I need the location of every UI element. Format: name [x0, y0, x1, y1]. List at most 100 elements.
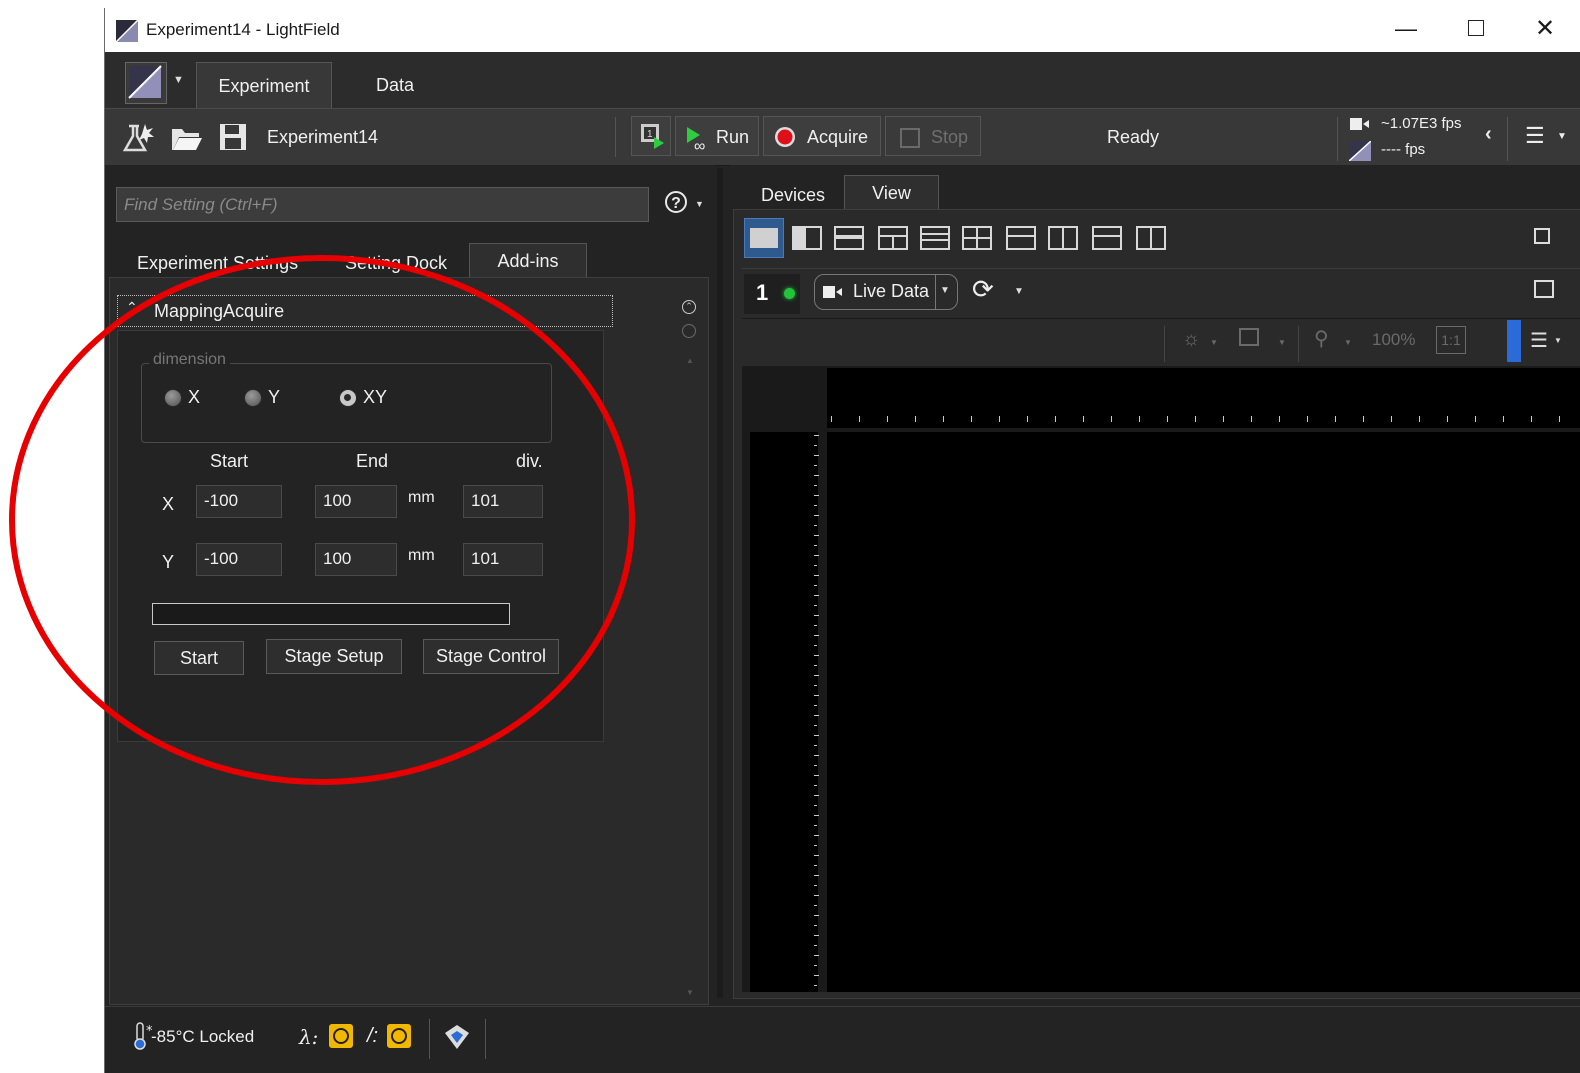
- ruler-tick: [1559, 416, 1560, 422]
- run-button[interactable]: ∞ Run: [675, 116, 759, 156]
- layout-bottom-three-icon[interactable]: [1006, 226, 1036, 250]
- ruler-tick: [814, 725, 817, 726]
- brightness-icon[interactable]: ☼: [1182, 328, 1200, 351]
- maximize-icon[interactable]: [1468, 20, 1484, 36]
- layout-top-two-icon[interactable]: [878, 226, 908, 250]
- y-unit: mm: [408, 547, 435, 564]
- x-end-input[interactable]: 100: [315, 485, 397, 518]
- live-data-dropdown[interactable]: Live Data ▼: [814, 274, 958, 310]
- spectrometer-icon[interactable]: [443, 1023, 471, 1051]
- layout-right-stack-icon[interactable]: [1136, 226, 1166, 250]
- x-unit: mm: [408, 489, 435, 506]
- minimize-icon[interactable]: —: [1395, 16, 1417, 42]
- open-folder-icon[interactable]: [171, 125, 203, 151]
- image-canvas[interactable]: [827, 432, 1580, 992]
- ruler-tick: [814, 495, 819, 496]
- chevron-left-icon[interactable]: ‹: [1485, 123, 1492, 146]
- radio-xy[interactable]: [339, 389, 357, 407]
- tab-add-ins[interactable]: Add-ins: [469, 243, 587, 278]
- close-icon[interactable]: ✕: [1535, 14, 1555, 43]
- mapping-acquire-form: dimension X Y XY Start End div. X -100 1…: [117, 330, 604, 742]
- zoom-level[interactable]: 100%: [1372, 330, 1415, 350]
- warning-icon[interactable]: [329, 1024, 353, 1048]
- layout-single-icon: [750, 228, 778, 248]
- ruler-tick: [814, 605, 817, 606]
- run-label: Run: [716, 127, 750, 147]
- ruler-tick: [814, 945, 817, 946]
- ruler-tick: [814, 465, 817, 466]
- zoom-icon[interactable]: ⚲: [1314, 326, 1329, 351]
- layout-single-button[interactable]: [744, 218, 784, 258]
- vertical-profile: [750, 432, 818, 992]
- ribbon-tabs: ▼ Experiment Data: [105, 52, 1580, 109]
- ruler-tick: [1195, 416, 1196, 422]
- help-icon[interactable]: ?: [665, 191, 687, 213]
- ratio-button[interactable]: 1:1: [1436, 326, 1466, 354]
- chevron-down-icon[interactable]: ▼: [1210, 338, 1218, 347]
- start-button[interactable]: Start: [154, 641, 244, 675]
- ruler-tick: [814, 435, 819, 436]
- ruler-tick: [814, 615, 819, 616]
- stage-setup-button[interactable]: Stage Setup: [266, 639, 402, 674]
- find-setting-input[interactable]: Find Setting (Ctrl+F): [116, 187, 649, 222]
- tab-view[interactable]: View: [844, 175, 939, 210]
- chevron-down-icon[interactable]: ▼: [1554, 336, 1562, 345]
- scroll-indicator[interactable]: [1507, 320, 1521, 362]
- chevron-down-icon[interactable]: ▼: [1557, 131, 1567, 142]
- display-settings-icon[interactable]: [1534, 280, 1554, 298]
- y-start-input[interactable]: -100: [196, 543, 282, 576]
- menu-icon[interactable]: ☰: [1525, 123, 1545, 149]
- app-menu-button[interactable]: [125, 62, 167, 104]
- x-start-input[interactable]: -100: [196, 485, 282, 518]
- divider: [742, 318, 1580, 319]
- tab-experiment-settings[interactable]: Experiment Settings: [137, 253, 298, 274]
- ruler-tick: [1223, 416, 1224, 422]
- layout-hsplit-icon[interactable]: [834, 226, 864, 250]
- layout-quad-icon[interactable]: [962, 226, 992, 250]
- scroll-down-arrow-icon[interactable]: ▼: [686, 988, 694, 997]
- acquire-button[interactable]: Acquire: [763, 116, 881, 156]
- monitor-icon[interactable]: [1534, 228, 1550, 244]
- chevron-down-icon[interactable]: ▼: [695, 199, 704, 209]
- radio-y[interactable]: [244, 389, 262, 407]
- radio-x[interactable]: [164, 389, 182, 407]
- new-experiment-icon[interactable]: [121, 122, 155, 154]
- stop-button[interactable]: Stop: [885, 116, 981, 156]
- scroll-up-icon[interactable]: ⌃: [682, 300, 696, 314]
- lambda-icon: λ:: [299, 1025, 319, 1049]
- single-frame-button[interactable]: 1: [631, 116, 671, 156]
- layout-three-rows-icon[interactable]: [920, 226, 950, 250]
- tab-experiment[interactable]: Experiment: [196, 62, 332, 109]
- addin-header[interactable]: ⌃ MappingAcquire: [117, 295, 613, 327]
- chevron-down-icon[interactable]: ▼: [173, 74, 184, 86]
- menu-icon[interactable]: ☰: [1530, 328, 1548, 353]
- contrast-icon[interactable]: [1239, 328, 1259, 346]
- tab-setting-dock[interactable]: Setting Dock: [345, 253, 447, 274]
- layout-left-right-three-icon[interactable]: [1048, 226, 1078, 250]
- ruler-tick: [814, 825, 817, 826]
- tab-devices[interactable]: Devices: [761, 185, 825, 206]
- x-div-input[interactable]: 101: [463, 485, 543, 518]
- layout-vsplit-icon[interactable]: [792, 226, 822, 250]
- addins-content: ⌃ MappingAcquire ⌃ ▲ ▼ dimension X Y XY …: [109, 277, 709, 1005]
- warning-icon[interactable]: [387, 1024, 411, 1048]
- chevron-down-icon[interactable]: ▼: [1344, 338, 1352, 347]
- tab-data[interactable]: Data: [355, 62, 435, 108]
- y-div-input[interactable]: 101: [463, 543, 543, 576]
- stage-control-button[interactable]: Stage Control: [423, 639, 559, 674]
- scroll-down-icon[interactable]: [682, 324, 696, 338]
- layout-four-bottom-icon[interactable]: [1092, 226, 1122, 250]
- save-icon[interactable]: [219, 123, 247, 151]
- scroll-up-arrow-icon[interactable]: ▲: [686, 356, 694, 365]
- panel-splitter[interactable]: [717, 168, 723, 998]
- temperature-status: -85°C Locked: [151, 1027, 255, 1046]
- dimension-label: dimension: [149, 351, 230, 369]
- title-bar: Experiment14 - LightField — ✕: [105, 8, 1580, 52]
- y-end-input[interactable]: 100: [315, 543, 397, 576]
- chevron-down-icon[interactable]: ▼: [1278, 338, 1286, 347]
- refresh-icon[interactable]: ⟳: [972, 274, 994, 305]
- ruler-tick: [814, 925, 817, 926]
- chevron-down-icon[interactable]: ▼: [1014, 286, 1024, 297]
- ruler-tick: [1335, 416, 1336, 422]
- app-logo-icon: [116, 20, 138, 42]
